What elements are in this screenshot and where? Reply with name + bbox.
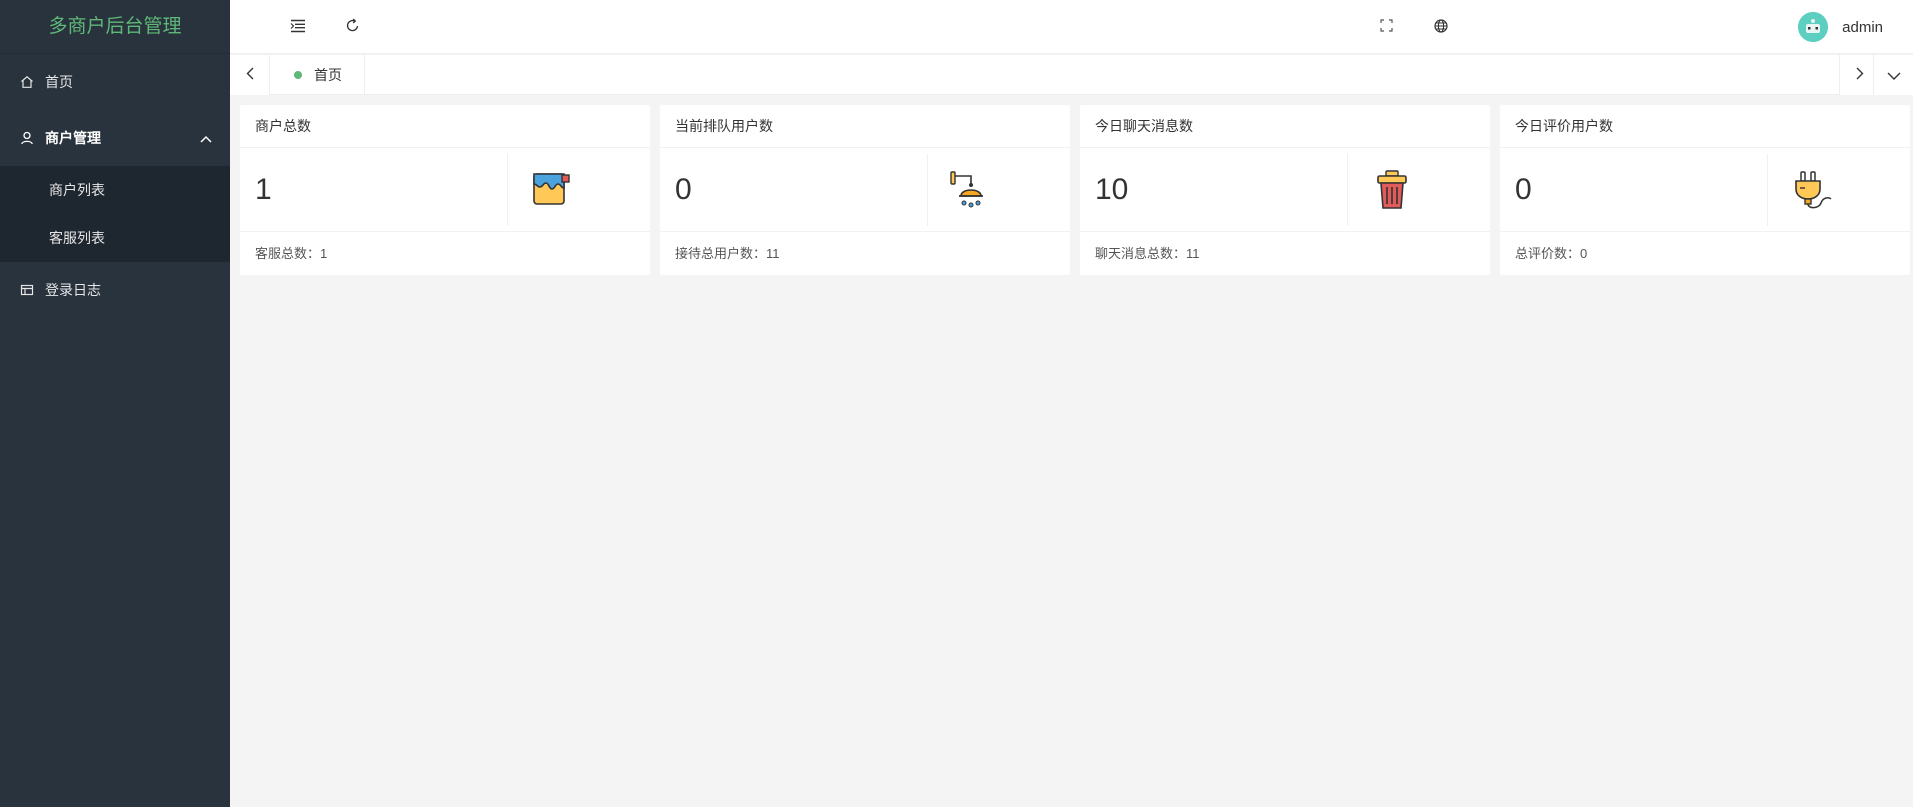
submenu-merchant: 商户列表 客服列表 — [0, 166, 230, 262]
card-divider — [507, 154, 508, 226]
sidebar-item-label: 商户管理 — [45, 130, 101, 146]
plug-icon — [1782, 166, 1842, 214]
card-value: 10 — [1095, 173, 1129, 206]
card-body: 1 — [240, 148, 650, 232]
paint-bucket-icon — [522, 166, 582, 214]
card-footer: 客服总数：1 — [255, 246, 328, 261]
card-divider — [1767, 154, 1768, 226]
language-button[interactable] — [1421, 0, 1461, 54]
fullscreen-button[interactable] — [1366, 0, 1406, 54]
refresh-icon — [345, 18, 360, 36]
card-title: 今日聊天消息数 — [1080, 105, 1490, 148]
stat-card-queue-users: 当前排队用户数 0 接待总用户数：11 — [660, 105, 1070, 275]
card-footer: 聊天消息总数：11 — [1095, 246, 1200, 261]
tab-label: 首页 — [314, 67, 342, 83]
card-title: 今日评价用户数 — [1500, 105, 1910, 148]
globe-icon — [1434, 18, 1448, 36]
card-title: 当前排队用户数 — [660, 105, 1070, 148]
card-body: 0 — [660, 148, 1070, 232]
tabs-dropdown-button[interactable] — [1873, 55, 1913, 95]
sidebar-item-login-log[interactable]: 登录日志 — [0, 262, 230, 318]
tabs-bar: 首页 — [230, 55, 1913, 95]
tab-home[interactable]: 首页 — [270, 55, 365, 95]
home-icon — [20, 75, 34, 89]
user-menu[interactable]: admin — [1798, 0, 1883, 54]
active-tab-dot — [294, 71, 302, 79]
chevron-up-icon — [200, 130, 212, 146]
sidebar-item-home[interactable]: 首页 — [0, 54, 230, 110]
top-header: admin — [230, 0, 1913, 54]
card-footer: 接待总用户数：11 — [675, 246, 780, 261]
trash-can-icon — [1362, 166, 1422, 214]
chevron-down-icon — [1887, 67, 1901, 83]
refresh-button[interactable] — [332, 0, 372, 54]
stat-card-ratings: 今日评价用户数 0 总评价数：0 — [1500, 105, 1910, 275]
card-title: 商户总数 — [240, 105, 650, 148]
log-icon — [20, 283, 34, 297]
card-value: 0 — [675, 173, 692, 206]
user-icon — [20, 131, 34, 145]
tabs-scroll-left-button[interactable] — [230, 55, 270, 95]
card-body: 0 — [1500, 148, 1910, 232]
sidebar: 多商户后台管理 首页 商户管理 商户列表 客服列表 登录日志 — [0, 0, 230, 807]
user-name: admin — [1842, 18, 1883, 36]
card-divider — [1347, 154, 1348, 226]
sidebar-item-merchant-list[interactable]: 商户列表 — [0, 166, 230, 214]
sidebar-item-service-list[interactable]: 客服列表 — [0, 214, 230, 262]
avatar — [1798, 12, 1829, 42]
stat-card-messages: 今日聊天消息数 10 聊天消息总数：11 — [1080, 105, 1490, 275]
menu-fold-icon — [290, 19, 306, 36]
chevron-left-icon — [246, 67, 254, 83]
card-body: 10 — [1080, 148, 1490, 232]
card-footer: 总评价数：0 — [1515, 246, 1588, 261]
menu-fold-button[interactable] — [278, 0, 318, 54]
sidebar-item-label: 首页 — [45, 74, 73, 90]
app-title: 多商户后台管理 — [0, 0, 230, 54]
card-divider — [927, 154, 928, 226]
sidebar-item-label: 登录日志 — [45, 282, 101, 298]
sidebar-menu: 首页 商户管理 商户列表 客服列表 登录日志 — [0, 54, 230, 318]
sidebar-item-merchant-management[interactable]: 商户管理 — [0, 110, 230, 166]
fullscreen-icon — [1379, 19, 1393, 35]
chevron-right-icon — [1856, 67, 1864, 83]
stat-card-merchants: 商户总数 1 客服总数：1 — [240, 105, 650, 275]
shower-icon — [942, 166, 1002, 214]
card-value: 1 — [255, 173, 272, 206]
card-value: 0 — [1515, 173, 1532, 206]
